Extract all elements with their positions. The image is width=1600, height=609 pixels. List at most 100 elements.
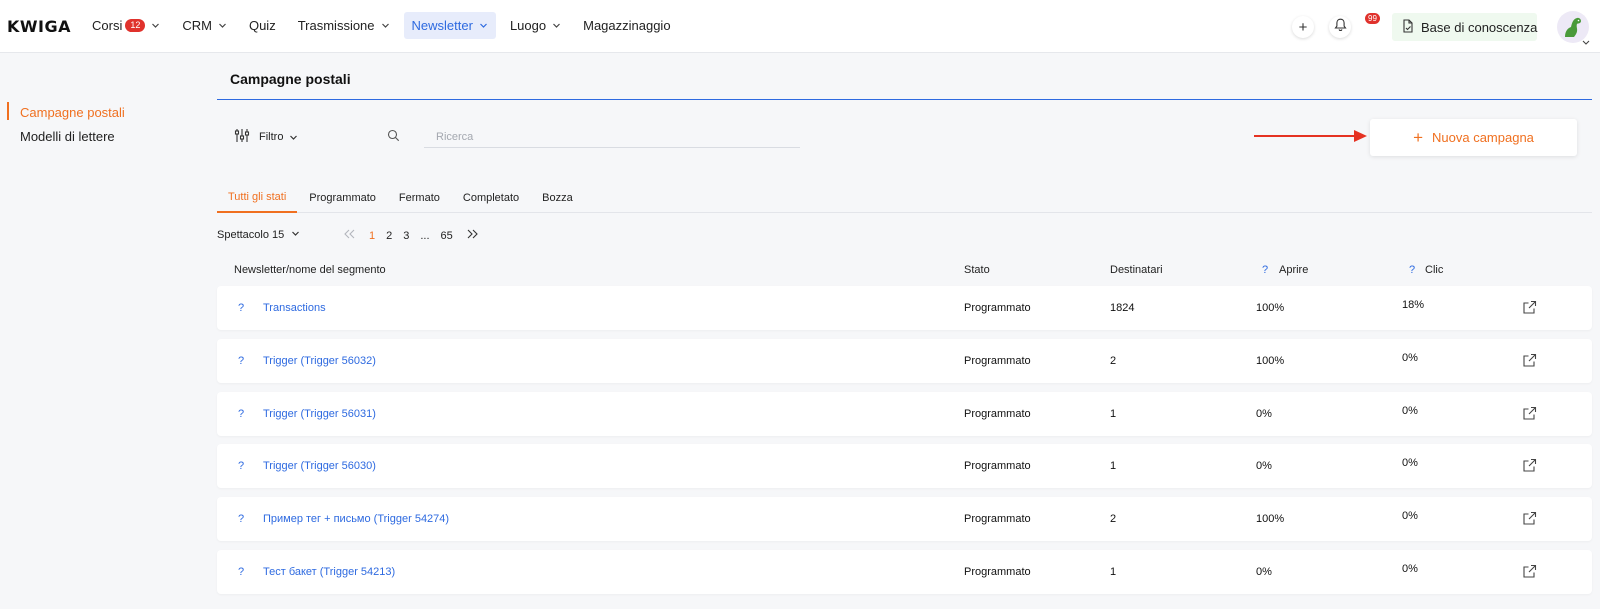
campaign-name-link[interactable]: Trigger (Trigger 56030): [263, 460, 376, 472]
campaign-name-link[interactable]: Trigger (Trigger 56032): [263, 355, 376, 367]
knowledge-base-button[interactable]: Base di conoscenza: [1392, 13, 1537, 41]
tab-programmato[interactable]: Programmato: [298, 183, 387, 213]
table-row[interactable]: ? Пример тег + письмо (Trigger 54274) Prog…: [217, 497, 1592, 542]
row-help-icon[interactable]: ?: [238, 302, 244, 314]
row-help-icon[interactable]: ?: [238, 566, 244, 578]
open-rate-cell: 100%: [1256, 513, 1285, 526]
table-header: Newsletter/nome del segmento Stato Desti…: [217, 261, 1592, 281]
table-row[interactable]: ? Transactions Programmato 1824 100% 18%: [217, 286, 1592, 330]
nav-item-corsi[interactable]: Corsi 12: [84, 12, 168, 39]
search-input[interactable]: [424, 126, 800, 148]
tab-tutti-gli-stati[interactable]: Tutti gli stati: [217, 183, 298, 213]
notifications-badge: 99: [1365, 13, 1380, 24]
nav-item-magazzinaggio[interactable]: Magazzinaggio: [575, 12, 678, 39]
table-row[interactable]: ? Trigger (Trigger 56032) Programmato 2 100%…: [217, 338, 1592, 383]
status-cell: Programmato: [964, 407, 1031, 420]
row-help-icon[interactable]: ?: [238, 513, 244, 525]
open-help-icon[interactable]: ?: [1262, 264, 1268, 276]
nav-item-quiz[interactable]: Quiz: [241, 12, 284, 39]
click-rate-cell: 0%: [1402, 351, 1418, 364]
nav-item-newsletter[interactable]: Newsletter: [403, 12, 496, 39]
recipients-cell: 2: [1110, 513, 1117, 526]
kwiga-logo[interactable]: KWIGA: [7, 17, 71, 36]
column-header-click: Clic: [1425, 264, 1444, 276]
table-row[interactable]: ? Тест бакет (Trigger 54213) Programmato 1 0…: [217, 550, 1592, 594]
tab-bozza[interactable]: Bozza: [531, 183, 584, 213]
external-link-icon[interactable]: [1522, 458, 1537, 476]
open-rate-cell: 0%: [1256, 566, 1272, 578]
main-nav: Corsi 12 CRM Quiz Trasmissione Newsletter Luog…: [84, 12, 685, 39]
chevron-down-icon: [479, 21, 488, 30]
nav-item-label: Corsi: [92, 18, 123, 33]
table-row[interactable]: ? Trigger (Trigger 56030) Programmato 1 0% 0%: [217, 444, 1592, 489]
pagination: 1 2 3 ... 65: [343, 229, 493, 242]
page-ellipsis: ...: [420, 229, 430, 242]
campaign-name-link[interactable]: Transactions: [263, 302, 326, 314]
per-page-label: Spettacolo 15: [217, 229, 285, 241]
click-rate-cell: 0%: [1402, 563, 1418, 575]
notifications-button[interactable]: [1329, 16, 1351, 38]
nav-item-label: Newsletter: [411, 18, 473, 33]
sidebar-item-label: Modelli di lettere: [20, 128, 115, 144]
click-rate-cell: 18%: [1402, 299, 1425, 311]
sliders-icon: [234, 128, 259, 146]
campaign-name-link[interactable]: Trigger (Trigger 56031): [263, 408, 376, 420]
nav-item-luogo[interactable]: Luogo: [502, 12, 569, 39]
campaign-name-link[interactable]: Тест бакет (Trigger 54213): [263, 566, 395, 578]
first-page-icon[interactable]: [343, 229, 355, 242]
open-rate-cell: 0%: [1256, 460, 1272, 473]
status-cell: Programmato: [964, 302, 1031, 314]
page-link[interactable]: 65: [441, 230, 453, 242]
external-link-icon[interactable]: [1522, 511, 1537, 529]
new-campaign-label: Nuova campagna: [1432, 130, 1534, 145]
search-icon[interactable]: [387, 129, 400, 145]
title-divider: [217, 99, 1592, 100]
sidebar-item-campagne-postali[interactable]: Campagne postali: [0, 100, 200, 124]
recipients-cell: 1824: [1110, 302, 1135, 314]
open-rate-cell: 100%: [1256, 354, 1285, 367]
row-help-icon[interactable]: ?: [238, 408, 244, 420]
nav-item-label: Luogo: [509, 18, 547, 33]
per-page-select[interactable]: Spettacolo 15: [217, 229, 300, 241]
nav-item-crm[interactable]: CRM: [174, 12, 235, 39]
tab-completato[interactable]: Completato: [452, 183, 530, 213]
nav-item-label: Trasmissione: [297, 18, 375, 33]
tab-fermato[interactable]: Fermato: [388, 183, 451, 213]
last-page-icon[interactable]: [467, 229, 479, 242]
status-cell: Programmato: [964, 513, 1031, 526]
status-tabs: Tutti gli stati Programmato Fermato Comp…: [217, 183, 1592, 213]
filter-button[interactable]: Filtro: [234, 128, 298, 146]
click-rate-cell: 0%: [1402, 510, 1418, 523]
page-link[interactable]: 3: [403, 230, 409, 242]
campaign-name-link[interactable]: Пример тег + письмо (Trigger 54274): [263, 513, 449, 525]
column-header-name: Newsletter/nome del segmento: [234, 264, 386, 276]
external-link-icon[interactable]: [1522, 406, 1537, 424]
chevron-down-icon: [289, 133, 298, 142]
external-link-icon[interactable]: [1522, 564, 1537, 582]
row-help-icon[interactable]: ?: [238, 355, 244, 367]
column-header-status: Stato: [964, 264, 990, 276]
nav-item-label: Magazzinaggio: [583, 18, 671, 33]
page-link[interactable]: 1: [369, 230, 375, 242]
external-link-icon[interactable]: [1522, 353, 1537, 371]
column-header-open: Aprire: [1279, 264, 1309, 276]
knowledge-base-label: Base di conoscenza: [1421, 19, 1538, 35]
nav-badge: 12: [125, 19, 146, 32]
click-help-icon[interactable]: ?: [1409, 264, 1415, 276]
document-icon: [1402, 18, 1421, 36]
avatar-chevron-down-icon: [1582, 34, 1590, 49]
column-header-recipients: Destinatari: [1110, 264, 1163, 276]
chevron-down-icon: [381, 21, 390, 30]
plus-icon: +: [1298, 18, 1308, 36]
sidebar-item-modelli-di-lettere[interactable]: Modelli di lettere: [0, 124, 200, 148]
recipients-cell: 1: [1110, 566, 1117, 578]
external-link-icon[interactable]: [1522, 300, 1537, 318]
nav-item-trasmissione[interactable]: Trasmissione: [290, 12, 398, 39]
page-title: Campagne postali: [230, 71, 351, 87]
row-help-icon[interactable]: ?: [238, 460, 244, 472]
page-link[interactable]: 2: [386, 230, 392, 242]
add-button[interactable]: +: [1292, 16, 1314, 38]
annotation-arrow: [1254, 130, 1367, 142]
new-campaign-button[interactable]: + Nuova campagna: [1370, 119, 1577, 156]
table-row[interactable]: ? Trigger (Trigger 56031) Programmato 1 0% 0%: [217, 391, 1592, 436]
